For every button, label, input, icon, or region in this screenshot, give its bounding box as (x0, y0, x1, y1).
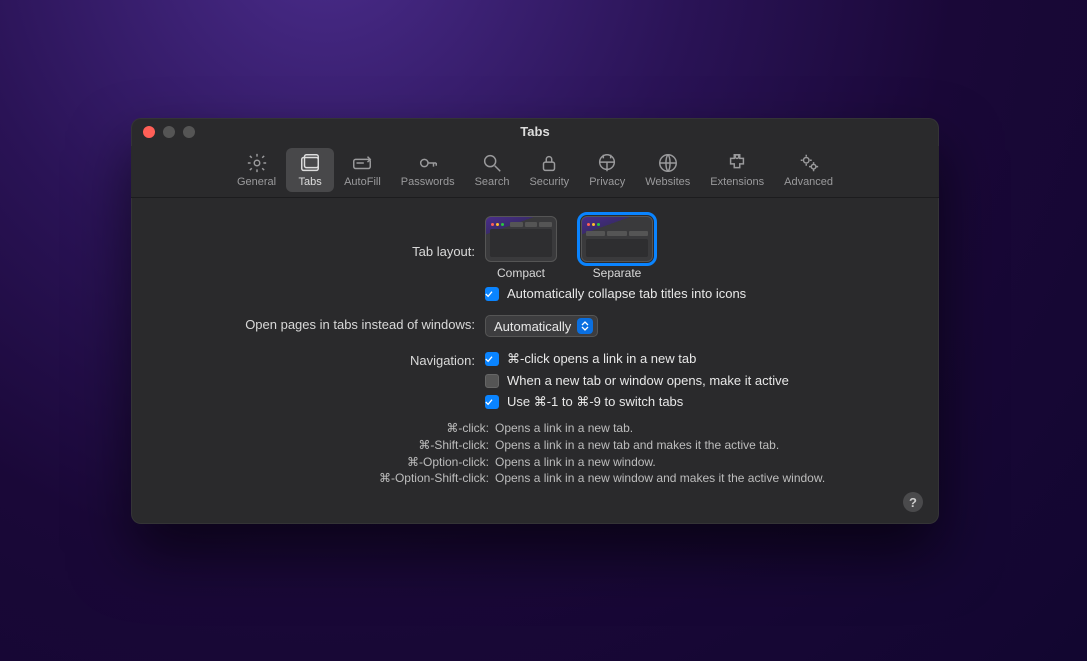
toolbar-tab-search[interactable]: Search (465, 148, 520, 192)
checkbox-icon (485, 395, 499, 409)
tab-layout-compact-label: Compact (497, 266, 545, 280)
toolbar-tab-label: General (237, 176, 276, 188)
titlebar[interactable]: Tabs (131, 118, 939, 146)
shortcut-hint-row: ⌘-click:Opens a link in a new tab. (155, 420, 915, 437)
toolbar-tab-label: Websites (645, 176, 690, 188)
window-controls (143, 126, 195, 138)
tab-layout-label: Tab layout: (155, 216, 485, 259)
toolbar-tab-privacy[interactable]: Privacy (579, 148, 635, 192)
toolbar-tab-tabs[interactable]: Tabs (286, 148, 334, 192)
hint-value: Opens a link in a new window and makes i… (495, 470, 915, 487)
preferences-window: Tabs General Tabs AutoFill Passwords Search S… (131, 118, 939, 524)
toolbar-tab-extensions[interactable]: Extensions (700, 148, 774, 192)
privacy-icon (596, 152, 618, 174)
tab-layout-separate-label: Separate (593, 266, 642, 280)
preferences-toolbar: General Tabs AutoFill Passwords Search Securi… (131, 146, 939, 198)
tab-layout-options: Compact Separate (485, 216, 915, 280)
toolbar-tab-label: Advanced (784, 176, 833, 188)
toolbar-tab-autofill[interactable]: AutoFill (334, 148, 391, 192)
passwords-icon (417, 152, 439, 174)
toolbar-tab-label: Extensions (710, 176, 764, 188)
content-area: Tab layout: Compact (131, 198, 939, 524)
general-icon (246, 152, 268, 174)
cmd-click-label: ⌘-click opens a link in a new tab (507, 351, 696, 367)
hint-value: Opens a link in a new tab and makes it t… (495, 437, 915, 454)
toolbar-tab-general[interactable]: General (227, 148, 286, 192)
autofill-icon (351, 152, 373, 174)
hint-key: ⌘-Option-Shift-click: (155, 470, 495, 487)
checkbox-icon (485, 287, 499, 301)
open-pages-label: Open pages in tabs instead of windows: (155, 315, 485, 332)
window-title: Tabs (131, 124, 939, 139)
extensions-icon (726, 152, 748, 174)
help-icon: ? (909, 495, 917, 510)
toolbar-tab-label: Search (475, 176, 510, 188)
hint-key: ⌘-Shift-click: (155, 437, 495, 454)
tab-layout-compact-option[interactable] (485, 216, 557, 262)
toolbar-tab-label: Privacy (589, 176, 625, 188)
collapse-tab-titles-label: Automatically collapse tab titles into i… (507, 286, 746, 301)
switch-tabs-label: Use ⌘-1 to ⌘-9 to switch tabs (507, 394, 683, 410)
switch-tabs-checkbox[interactable]: Use ⌘-1 to ⌘-9 to switch tabs (485, 394, 915, 410)
open-pages-select[interactable]: Automatically (485, 315, 598, 337)
websites-icon (657, 152, 679, 174)
hint-key: ⌘-click: (155, 420, 495, 437)
tabs-icon (299, 152, 321, 174)
shortcut-hint-row: ⌘-Option-Shift-click:Opens a link in a n… (155, 470, 915, 487)
toolbar-tab-passwords[interactable]: Passwords (391, 148, 465, 192)
toolbar-tab-label: Tabs (298, 176, 321, 188)
close-window-button[interactable] (143, 126, 155, 138)
zoom-window-button[interactable] (183, 126, 195, 138)
make-active-label: When a new tab or window opens, make it … (507, 373, 789, 388)
advanced-icon (798, 152, 820, 174)
help-button[interactable]: ? (903, 492, 923, 512)
toolbar-tab-websites[interactable]: Websites (635, 148, 700, 192)
toolbar-tab-label: Passwords (401, 176, 455, 188)
hint-value: Opens a link in a new window. (495, 454, 915, 471)
hint-value: Opens a link in a new tab. (495, 420, 915, 437)
navigation-label: Navigation: (155, 351, 485, 368)
checkbox-icon (485, 374, 499, 388)
minimize-window-button[interactable] (163, 126, 175, 138)
make-active-checkbox[interactable]: When a new tab or window opens, make it … (485, 373, 915, 388)
checkbox-icon (485, 352, 499, 366)
shortcut-hints: ⌘-click:Opens a link in a new tab.⌘-Shif… (155, 420, 915, 487)
toolbar-tab-label: Security (529, 176, 569, 188)
toolbar-tab-advanced[interactable]: Advanced (774, 148, 843, 192)
hint-key: ⌘-Option-click: (155, 454, 495, 471)
tab-layout-separate-option[interactable] (581, 216, 653, 262)
collapse-tab-titles-checkbox[interactable]: Automatically collapse tab titles into i… (485, 286, 915, 301)
open-pages-value: Automatically (494, 319, 571, 334)
cmd-click-checkbox[interactable]: ⌘-click opens a link in a new tab (485, 351, 915, 367)
search-icon (481, 152, 503, 174)
toolbar-tab-security[interactable]: Security (519, 148, 579, 192)
shortcut-hint-row: ⌘-Shift-click:Opens a link in a new tab … (155, 437, 915, 454)
shortcut-hint-row: ⌘-Option-click:Opens a link in a new win… (155, 454, 915, 471)
select-stepper-icon (577, 318, 593, 334)
toolbar-tab-label: AutoFill (344, 176, 381, 188)
security-icon (538, 152, 560, 174)
